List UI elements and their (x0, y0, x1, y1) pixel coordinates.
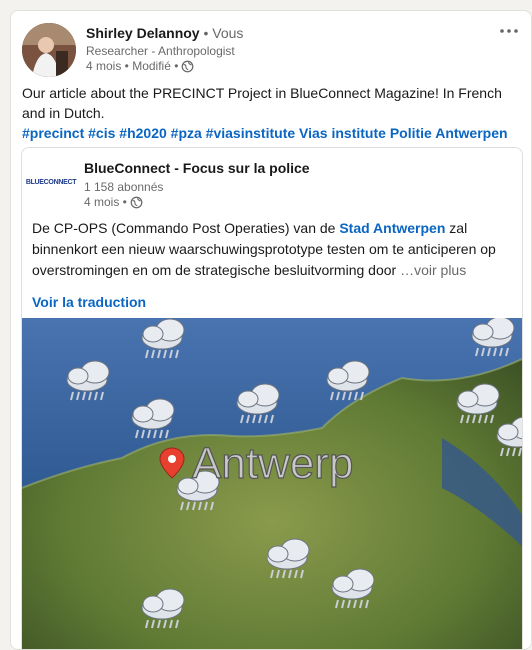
post-time: 4 mois • Modifié • (86, 59, 179, 73)
author-name-line: Shirley Delannoy • Vous (86, 25, 243, 41)
ellipsis-icon (500, 29, 518, 33)
hashtag-list: #precinct #cis #h2020 #pza #viasinstitut… (22, 125, 508, 141)
mention-link[interactable]: Vias institute (299, 125, 386, 141)
post-author: Shirley Delannoy • Vous Researcher - Ant… (22, 23, 522, 87)
hashtag-link[interactable]: #precinct (22, 125, 84, 141)
translate-link[interactable]: Voir la traduction (32, 294, 146, 310)
post-text: Our article about the PRECINCT Project i… (22, 83, 522, 143)
mention-link[interactable]: Stad Antwerpen (339, 220, 445, 236)
see-more-link[interactable]: …voir plus (400, 262, 466, 278)
hashtag-link[interactable]: #viasinstitute (206, 125, 295, 141)
shared-post-time: 4 mois • (84, 195, 127, 209)
mention-link[interactable]: Politie Antwerpen (390, 125, 508, 141)
org-name[interactable]: BlueConnect - Focus sur la police (84, 160, 310, 176)
shared-post-meta: 4 mois • (84, 195, 143, 209)
hashtag-link[interactable]: #cis (88, 125, 115, 141)
globe-icon (181, 60, 194, 73)
globe-icon (130, 196, 143, 209)
author-degree: • Vous (199, 25, 244, 41)
avatar[interactable] (22, 23, 76, 77)
org-followers: 1 158 abonnés (84, 180, 164, 194)
feed-post: Shirley Delannoy • Vous Researcher - Ant… (10, 10, 532, 650)
post-meta: 4 mois • Modifié • (86, 59, 194, 73)
map-label: Antwerp (192, 439, 353, 488)
post-image[interactable]: Antwerp (22, 318, 522, 649)
post-body: Our article about the PRECINCT Project i… (22, 85, 502, 121)
author-name[interactable]: Shirley Delannoy (86, 25, 200, 41)
org-logo[interactable]: BLUECONNECT (26, 166, 77, 198)
hashtag-link[interactable]: #h2020 (119, 125, 166, 141)
shared-post[interactable]: BLUECONNECT BlueConnect - Focus sur la p… (21, 147, 523, 649)
shared-text-start: De CP-OPS (Commando Post Operaties) van … (32, 220, 340, 236)
hashtag-link[interactable]: #pza (171, 125, 202, 141)
author-headline: Researcher - Anthropologist (86, 44, 235, 58)
more-options-button[interactable] (495, 21, 523, 41)
shared-post-text: De CP-OPS (Commando Post Operaties) van … (32, 218, 516, 281)
